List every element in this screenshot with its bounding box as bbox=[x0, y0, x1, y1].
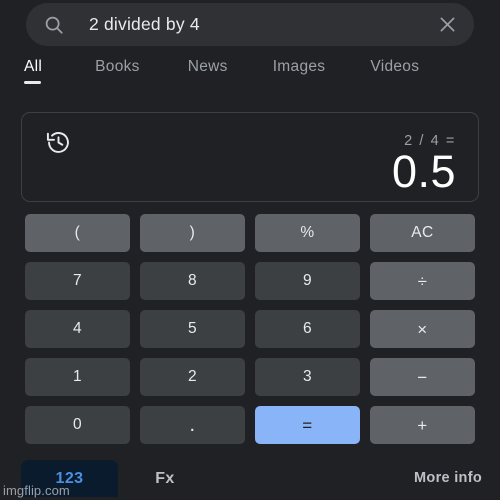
key-4[interactable]: 4 bbox=[25, 310, 130, 348]
close-icon[interactable] bbox=[437, 14, 458, 35]
tab-news[interactable]: News bbox=[188, 58, 228, 84]
key-divide[interactable]: ÷ bbox=[370, 262, 475, 300]
tab-books[interactable]: Books bbox=[95, 58, 140, 84]
search-input[interactable]: 2 divided by 4 bbox=[89, 14, 431, 35]
key-add[interactable]: + bbox=[370, 406, 475, 444]
key-0[interactable]: 0 bbox=[25, 406, 130, 444]
watermark: imgflip.com bbox=[3, 483, 70, 498]
calculator-result: 0.5 bbox=[391, 146, 456, 197]
key-1[interactable]: 1 bbox=[25, 358, 130, 396]
key-open-paren[interactable]: ( bbox=[25, 214, 130, 252]
more-info-link[interactable]: More info bbox=[414, 470, 482, 486]
key-5[interactable]: 5 bbox=[140, 310, 245, 348]
key-decimal[interactable]: . bbox=[140, 406, 245, 444]
key-7[interactable]: 7 bbox=[25, 262, 130, 300]
tab-function-keypad[interactable]: Fx bbox=[142, 460, 188, 497]
key-percent[interactable]: % bbox=[255, 214, 360, 252]
key-8[interactable]: 8 bbox=[140, 262, 245, 300]
result-tabs: All Books News Images Videos bbox=[24, 58, 476, 90]
calculator-keypad: ( ) % AC 7 8 9 ÷ 4 5 6 × 1 2 3 − 0 . = + bbox=[25, 214, 475, 444]
search-bar[interactable]: 2 divided by 4 bbox=[26, 3, 474, 46]
key-subtract[interactable]: − bbox=[370, 358, 475, 396]
key-multiply[interactable]: × bbox=[370, 310, 475, 348]
key-close-paren[interactable]: ) bbox=[140, 214, 245, 252]
key-all-clear[interactable]: AC bbox=[370, 214, 475, 252]
calculator-display-card: 2 / 4 = 0.5 bbox=[21, 112, 479, 202]
tab-all[interactable]: All bbox=[24, 58, 42, 84]
tab-images[interactable]: Images bbox=[273, 58, 326, 84]
history-icon[interactable] bbox=[45, 129, 72, 156]
search-icon[interactable] bbox=[43, 14, 65, 36]
key-2[interactable]: 2 bbox=[140, 358, 245, 396]
calculator-footer: 123 Fx More info imgflip.com bbox=[0, 458, 500, 500]
tab-videos[interactable]: Videos bbox=[370, 58, 419, 84]
key-3[interactable]: 3 bbox=[255, 358, 360, 396]
key-9[interactable]: 9 bbox=[255, 262, 360, 300]
key-6[interactable]: 6 bbox=[255, 310, 360, 348]
key-equals[interactable]: = bbox=[255, 406, 360, 444]
